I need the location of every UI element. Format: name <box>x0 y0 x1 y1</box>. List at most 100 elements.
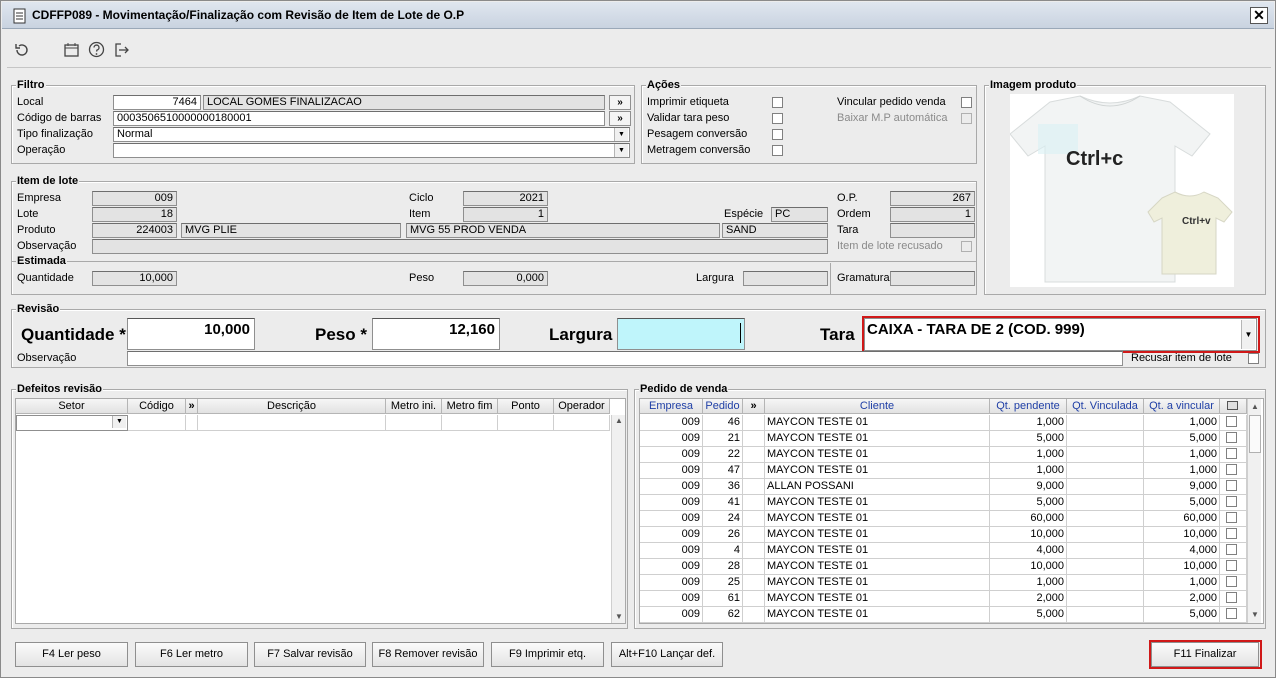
ler-peso-button[interactable]: F4 Ler peso <box>15 642 128 667</box>
cliente-cell[interactable]: MAYCON TESTE 01 <box>765 575 990 591</box>
qt-pendente-cell[interactable]: 1,000 <box>990 575 1067 591</box>
row-checkbox[interactable] <box>1226 560 1237 571</box>
rev-peso-input[interactable]: 12,160 <box>372 318 500 350</box>
lookup-cell[interactable] <box>743 463 765 479</box>
tipo-select[interactable]: Normal ▼ <box>113 127 630 142</box>
scroll-up-icon[interactable]: ▲ <box>613 415 625 427</box>
select-all-icon[interactable] <box>1227 401 1238 410</box>
col-qt-pendente[interactable]: Qt. pendente <box>990 399 1067 414</box>
pedido-scrollbar[interactable]: ▲ ▼ <box>1247 399 1261 623</box>
cliente-cell[interactable]: MAYCON TESTE 01 <box>765 543 990 559</box>
recusar-checkbox[interactable] <box>1248 353 1259 364</box>
scroll-up-icon[interactable]: ▲ <box>1249 401 1261 413</box>
salvar-revisao-button[interactable]: F7 Salvar revisão <box>254 642 366 667</box>
qt-vinculada-cell[interactable] <box>1067 511 1144 527</box>
row-checkbox[interactable] <box>1226 608 1237 619</box>
pedido-cell[interactable]: 61 <box>703 591 743 607</box>
row-checkbox[interactable] <box>1226 480 1237 491</box>
barcode-lookup-button[interactable]: » <box>609 111 631 126</box>
col-pedido[interactable]: Pedido <box>703 399 743 414</box>
col-qt-vinculada[interactable]: Qt. Vinculada <box>1067 399 1144 414</box>
lookup-cell[interactable] <box>743 527 765 543</box>
row-checkbox[interactable] <box>1226 432 1237 443</box>
descricao-cell[interactable] <box>198 415 386 431</box>
qt-pendente-cell[interactable]: 5,000 <box>990 431 1067 447</box>
pesagem-checkbox[interactable] <box>772 129 783 140</box>
qt-vinculada-cell[interactable] <box>1067 591 1144 607</box>
chevron-down-icon[interactable]: ▼ <box>112 416 126 428</box>
row-checkbox[interactable] <box>1226 592 1237 603</box>
rev-obs-input[interactable] <box>127 351 1123 366</box>
close-button[interactable]: ✕ <box>1250 7 1268 24</box>
cliente-cell[interactable]: MAYCON TESTE 01 <box>765 447 990 463</box>
col-lookup[interactable]: » <box>186 399 198 414</box>
help-icon[interactable] <box>88 41 106 59</box>
calendar-icon[interactable] <box>63 41 81 59</box>
imprimir-checkbox[interactable] <box>772 97 783 108</box>
qt-pendente-cell[interactable]: 5,000 <box>990 495 1067 511</box>
cliente-cell[interactable]: MAYCON TESTE 01 <box>765 463 990 479</box>
empresa-cell[interactable]: 009 <box>640 415 703 431</box>
qt-pendente-cell[interactable]: 4,000 <box>990 543 1067 559</box>
col-ponto[interactable]: Ponto <box>498 399 554 414</box>
qt-pendente-cell[interactable]: 9,000 <box>990 479 1067 495</box>
qt-vinculada-cell[interactable] <box>1067 447 1144 463</box>
qt-pendente-cell[interactable]: 10,000 <box>990 559 1067 575</box>
pedido-cell[interactable]: 21 <box>703 431 743 447</box>
row-checkbox[interactable] <box>1226 528 1237 539</box>
qt-pendente-cell[interactable]: 1,000 <box>990 447 1067 463</box>
metro-ini-cell[interactable] <box>386 415 442 431</box>
local-code-field[interactable]: 7464 <box>113 95 201 110</box>
pedido-cell[interactable]: 47 <box>703 463 743 479</box>
lookup-cell[interactable] <box>743 431 765 447</box>
cliente-cell[interactable]: MAYCON TESTE 01 <box>765 527 990 543</box>
col-setor[interactable]: Setor <box>16 399 128 414</box>
lancar-def-button[interactable]: Alt+F10 Lançar def. <box>611 642 723 667</box>
qt-vincular-cell[interactable]: 1,000 <box>1144 463 1220 479</box>
cliente-cell[interactable]: MAYCON TESTE 01 <box>765 495 990 511</box>
row-checkbox[interactable] <box>1226 512 1237 523</box>
col-metro-fim[interactable]: Metro fim <box>442 399 498 414</box>
lookup-cell[interactable] <box>743 495 765 511</box>
empresa-cell[interactable]: 009 <box>640 447 703 463</box>
qt-pendente-cell[interactable]: 60,000 <box>990 511 1067 527</box>
scroll-down-icon[interactable]: ▼ <box>1249 609 1261 621</box>
codigo-cell[interactable] <box>128 415 186 431</box>
imprimir-etq-button[interactable]: F9 Imprimir etq. <box>491 642 604 667</box>
col-cliente[interactable]: Cliente <box>765 399 990 414</box>
cliente-cell[interactable]: ALLAN POSSANI <box>765 479 990 495</box>
pedido-cell[interactable]: 41 <box>703 495 743 511</box>
ler-metro-button[interactable]: F6 Ler metro <box>135 642 248 667</box>
empresa-cell[interactable]: 009 <box>640 463 703 479</box>
qt-vincular-cell[interactable]: 5,000 <box>1144 431 1220 447</box>
qt-vinculada-cell[interactable] <box>1067 559 1144 575</box>
qt-vincular-cell[interactable]: 1,000 <box>1144 447 1220 463</box>
defeitos-grid[interactable]: Setor Código » Descrição Metro ini. Metr… <box>15 398 626 624</box>
chevron-down-icon[interactable]: ▼ <box>614 128 628 141</box>
metro-fim-cell[interactable] <box>442 415 498 431</box>
col-operador[interactable]: Operador <box>554 399 610 414</box>
empresa-cell[interactable]: 009 <box>640 607 703 623</box>
qt-vincular-cell[interactable]: 2,000 <box>1144 591 1220 607</box>
row-checkbox[interactable] <box>1226 464 1237 475</box>
qt-vinculada-cell[interactable] <box>1067 543 1144 559</box>
qt-vincular-cell[interactable]: 10,000 <box>1144 559 1220 575</box>
refresh-icon[interactable] <box>13 41 31 59</box>
lookup-cell[interactable] <box>743 607 765 623</box>
qt-vincular-cell[interactable]: 9,000 <box>1144 479 1220 495</box>
col-empresa[interactable]: Empresa <box>640 399 703 414</box>
qt-pendente-cell[interactable]: 10,000 <box>990 527 1067 543</box>
qt-vincular-cell[interactable]: 60,000 <box>1144 511 1220 527</box>
empresa-cell[interactable]: 009 <box>640 527 703 543</box>
col-descricao[interactable]: Descrição <box>198 399 386 414</box>
col-lookup[interactable]: » <box>743 399 765 414</box>
row-checkbox[interactable] <box>1226 416 1237 427</box>
row-checkbox[interactable] <box>1226 544 1237 555</box>
qt-vinculada-cell[interactable] <box>1067 495 1144 511</box>
lookup-cell[interactable] <box>743 479 765 495</box>
qt-vinculada-cell[interactable] <box>1067 431 1144 447</box>
local-lookup-button[interactable]: » <box>609 95 631 110</box>
validar-checkbox[interactable] <box>772 113 783 124</box>
cliente-cell[interactable]: MAYCON TESTE 01 <box>765 607 990 623</box>
empresa-cell[interactable]: 009 <box>640 479 703 495</box>
